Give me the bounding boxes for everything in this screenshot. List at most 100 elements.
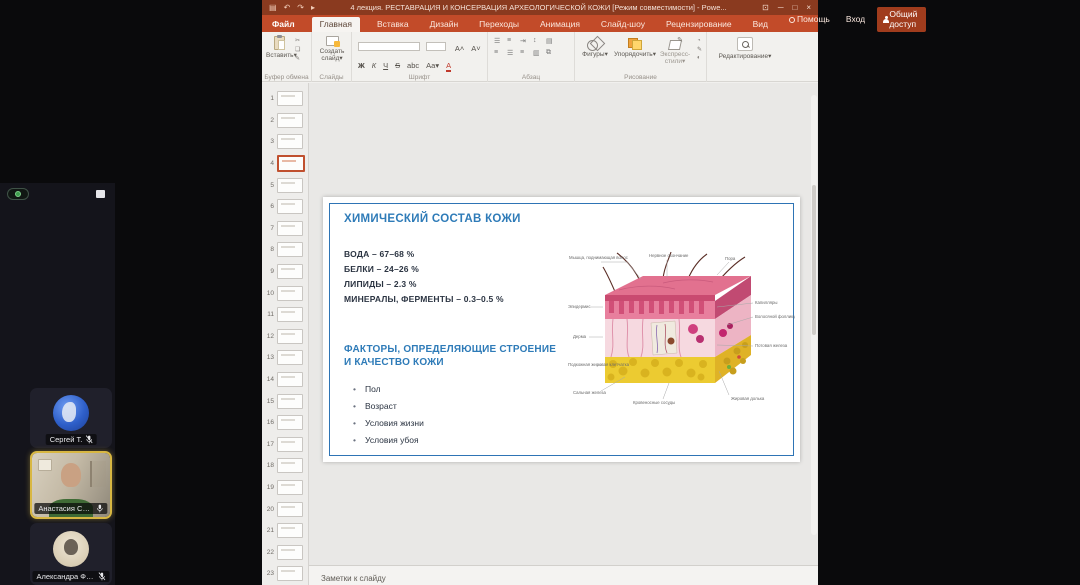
font-name-combobox[interactable]	[358, 42, 420, 51]
tab-file[interactable]: Файл	[268, 17, 299, 32]
slide-thumbnail[interactable]: 14	[262, 369, 308, 391]
undo-icon[interactable]: ↶	[284, 3, 291, 12]
slide-thumbnail[interactable]: 20	[262, 498, 308, 520]
character-spacing-icon[interactable]: abc	[407, 61, 419, 70]
slide-thumbnail[interactable]: 22	[262, 541, 308, 563]
current-slide[interactable]: ХИМИЧЕСКИЙ СОСТАВ КОЖИ ВОДА – 67–68 %БЕЛ…	[323, 197, 800, 462]
numbering-icon[interactable]: ≡	[507, 37, 518, 47]
smartart-icon[interactable]: ⧉	[546, 49, 557, 59]
factor-item: Условия убоя	[353, 432, 424, 449]
ribbon-options-icon[interactable]: ⊡	[762, 3, 769, 12]
slide-thumbnail[interactable]: 19	[262, 477, 308, 499]
shapes-button[interactable]: Фигуры▾	[579, 38, 611, 58]
slide-thumbnail[interactable]: 7	[262, 218, 308, 240]
editing-button[interactable]: Редактирование▾	[713, 37, 777, 60]
slide-thumbnail[interactable]: 3	[262, 131, 308, 153]
slide-thumbnail[interactable]: 9	[262, 261, 308, 283]
slide-number: 5	[266, 182, 274, 189]
redo-icon[interactable]: ↷	[297, 3, 304, 12]
slide-thumbnail[interactable]: 5	[262, 174, 308, 196]
ribbon-group-editing: Редактирование▾	[707, 32, 783, 82]
factors-heading[interactable]: ФАКТОРЫ, ОПРЕДЕЛЯЮЩИЕ СТРОЕНИЕ И КАЧЕСТВ…	[344, 343, 556, 369]
slide-thumbnail[interactable]: 2	[262, 110, 308, 132]
slide-thumbnail-preview	[277, 286, 303, 301]
line-spacing-icon[interactable]: ↕	[533, 37, 544, 47]
shape-effects-icon[interactable]: ◐	[697, 55, 702, 61]
participant-tile-active-speaker[interactable]: Анастасия Серге	[30, 451, 112, 519]
shape-outline-icon[interactable]: ✎	[697, 46, 702, 53]
shape-fill-icon[interactable]: ◔	[697, 38, 702, 44]
cut-icon[interactable]: ✂	[295, 37, 300, 44]
save-icon[interactable]: ▤	[269, 3, 277, 12]
panel-layout-icon[interactable]	[96, 190, 105, 198]
slide-thumbnail-preview	[277, 480, 303, 495]
tab-slideshow[interactable]: Слайд-шоу	[597, 17, 649, 32]
ribbon-group-paragraph: ☰≡⇥↕▤ ≡☰≡▥⧉ Абзац	[488, 32, 575, 82]
factors-list[interactable]: ПолВозрастУсловия жизниУсловия убоя	[353, 381, 424, 449]
ribbon-group-slides: Создать слайд▾ Слайды	[312, 32, 352, 82]
sign-in-button[interactable]: Вход	[842, 12, 869, 27]
slide-thumbnail[interactable]: 4	[262, 153, 308, 175]
slide-thumbnail[interactable]: 12	[262, 326, 308, 348]
tab-review[interactable]: Рецензирование	[662, 17, 736, 32]
slide-thumbnail[interactable]: 11	[262, 304, 308, 326]
format-painter-icon[interactable]: ✎	[295, 55, 300, 62]
slide-thumbnail[interactable]: 10	[262, 282, 308, 304]
slide-number: 7	[266, 225, 274, 232]
arrange-button[interactable]: Упорядочить▾	[613, 38, 657, 58]
participant-tile[interactable]: Сергей Т.	[30, 388, 112, 448]
slide-title[interactable]: ХИМИЧЕСКИЙ СОСТАВ КОЖИ	[344, 213, 521, 225]
mic-muted-icon	[99, 572, 106, 581]
bold-button[interactable]: Ж	[358, 61, 365, 70]
new-slide-button[interactable]: Создать слайд▾	[315, 36, 349, 62]
tab-transitions[interactable]: Переходы	[475, 17, 523, 32]
slide-thumbnail[interactable]: 18	[262, 455, 308, 477]
slide-thumbnail[interactable]: 17	[262, 434, 308, 456]
tab-home[interactable]: Главная	[312, 17, 360, 32]
tab-view[interactable]: Вид	[749, 17, 772, 32]
font-color-button[interactable]: А	[446, 61, 451, 72]
slide-thumbnail[interactable]: 13	[262, 347, 308, 369]
underline-button[interactable]: Ч	[383, 61, 388, 70]
diagram-label-fat-lobule: Жировая долька	[731, 396, 765, 401]
slide-number: 12	[266, 333, 274, 340]
notes-bar[interactable]: Заметки к слайду	[309, 565, 818, 585]
arrange-icon	[628, 38, 642, 50]
align-left-icon[interactable]: ≡	[494, 49, 505, 59]
slide-thumbnail[interactable]: 21	[262, 520, 308, 542]
columns-icon[interactable]: ▥	[533, 49, 544, 59]
paste-button[interactable]: Вставить▾	[266, 36, 292, 59]
align-center-icon[interactable]: ☰	[507, 49, 518, 59]
quick-styles-button[interactable]: Экспресс-стили▾	[657, 38, 693, 65]
tab-help[interactable]: Помощь	[785, 12, 834, 27]
mic-icon	[97, 504, 104, 513]
decrease-font-icon[interactable]: А˅	[471, 44, 480, 53]
minimize-button[interactable]: ─	[778, 3, 784, 12]
align-right-icon[interactable]: ≡	[520, 49, 531, 59]
slide-thumbnail[interactable]: 8	[262, 239, 308, 261]
canvas-scrollbar[interactable]	[811, 95, 817, 535]
participant-tile[interactable]: Александра Фара...	[30, 523, 112, 585]
slide-number: 22	[266, 549, 274, 556]
slide-thumbnail[interactable]: 16	[262, 412, 308, 434]
bullets-icon[interactable]: ☰	[494, 37, 505, 47]
text-direction-icon[interactable]: ▤	[546, 37, 557, 47]
increase-font-icon[interactable]: А˄	[455, 44, 464, 53]
italic-button[interactable]: К	[372, 61, 376, 70]
slide-thumbnail[interactable]: 1	[262, 88, 308, 110]
font-size-combobox[interactable]	[426, 42, 446, 51]
slide-thumbnail[interactable]: 6	[262, 196, 308, 218]
tab-animations[interactable]: Анимация	[536, 17, 584, 32]
composition-text[interactable]: ВОДА – 67–68 %БЕЛКИ – 24–26 %ЛИПИДЫ – 2.…	[344, 247, 504, 307]
share-button[interactable]: Общий доступ	[877, 7, 926, 32]
diagram-label-muscle: Мышца, поднимающая волос	[569, 255, 629, 260]
copy-icon[interactable]: ❏	[295, 46, 300, 53]
slide-thumbnail[interactable]: 23	[262, 563, 308, 585]
indent-icon[interactable]: ⇥	[520, 37, 531, 47]
slide-thumbnail[interactable]: 15	[262, 390, 308, 412]
tab-insert[interactable]: Вставка	[373, 17, 413, 32]
avatar	[53, 531, 89, 567]
change-case-icon[interactable]: Аа▾	[426, 61, 439, 70]
strikethrough-button[interactable]: S	[395, 61, 400, 70]
tab-design[interactable]: Дизайн	[426, 17, 463, 32]
